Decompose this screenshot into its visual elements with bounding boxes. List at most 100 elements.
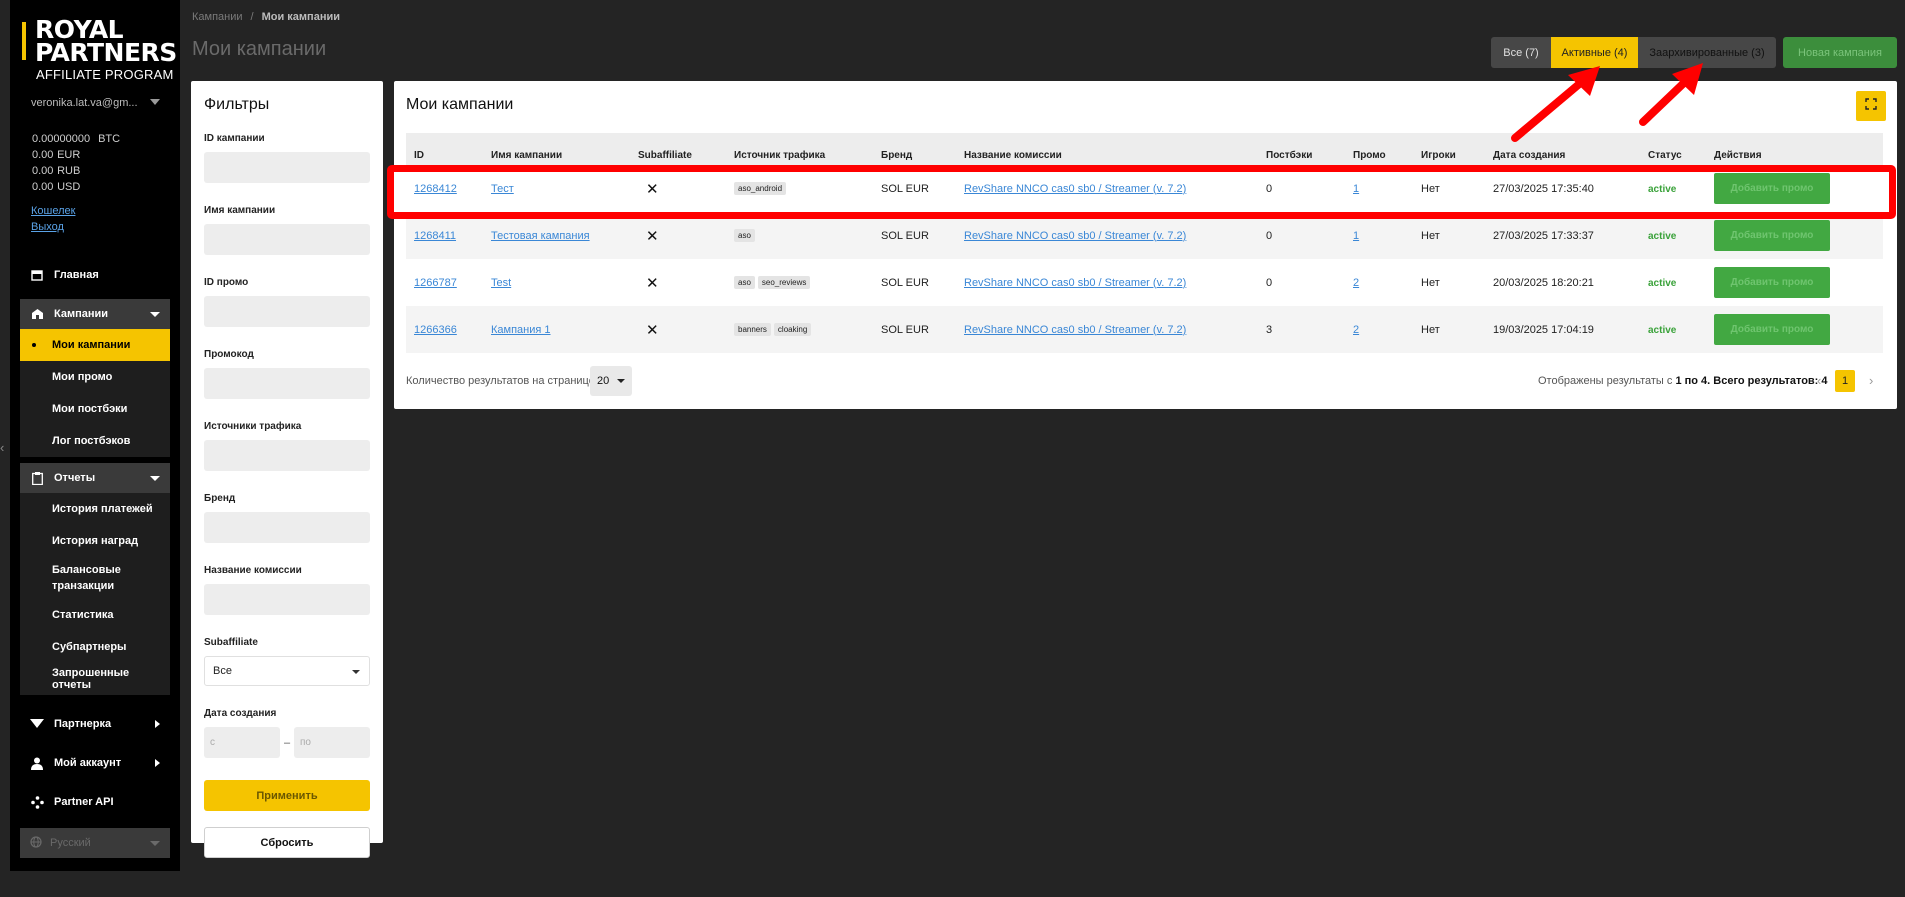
fullscreen-button[interactable] xyxy=(1856,91,1886,121)
campaign-id-link[interactable]: 1268411 xyxy=(414,230,456,242)
breadcrumb-item[interactable]: Кампании xyxy=(192,11,243,23)
campaign-id-input[interactable] xyxy=(204,152,370,183)
traffic-source-tag: cloaking xyxy=(773,323,812,336)
sidebar-item-requested-reports[interactable]: Запрошенные отчеты xyxy=(20,663,170,695)
results-range: 1 по 4. Всего результатов: 4 xyxy=(1675,375,1828,387)
campaign-id-link[interactable]: 1266366 xyxy=(414,324,457,336)
filters-title: Фильтры xyxy=(204,96,270,113)
apply-button[interactable]: Применить xyxy=(204,780,370,811)
brand-cell: SOL EUR xyxy=(881,276,929,289)
tab-all[interactable]: Все (7) xyxy=(1491,37,1551,68)
brand-input[interactable] xyxy=(204,512,370,543)
sidebar-item-my-promo[interactable]: Мои промо xyxy=(20,361,170,393)
wallet-link[interactable]: Кошелек xyxy=(31,205,75,217)
logout-link[interactable]: Выход xyxy=(31,221,64,233)
breadcrumb: Кампании / Мои кампании xyxy=(192,11,340,23)
date-range: с – по xyxy=(204,727,370,758)
promo-count-link[interactable]: 2 xyxy=(1353,324,1359,336)
col-actions: Действия xyxy=(1714,150,1762,161)
status-badge: active xyxy=(1648,230,1677,242)
add-promo-button[interactable]: Добавить промо xyxy=(1714,267,1830,298)
breadcrumb-current: Мои кампании xyxy=(261,11,340,23)
nav-item-partnerka[interactable]: Партнерка xyxy=(20,705,170,743)
col-name[interactable]: Имя кампании xyxy=(483,133,630,165)
campaign-name-link[interactable]: Кампания 1 xyxy=(491,324,551,336)
balance-row: 0.00 USD xyxy=(32,181,81,193)
per-page-label: Количество результатов на странице xyxy=(406,375,595,387)
brand-label: Бренд xyxy=(204,493,236,504)
traffic-sources-input[interactable] xyxy=(204,440,370,471)
promo-count-link[interactable]: 1 xyxy=(1353,230,1359,242)
logo-accent-bar xyxy=(22,22,26,60)
nav-group-reports: Отчеты История платежей История наград Б… xyxy=(20,463,170,695)
nav-item-home[interactable]: Главная xyxy=(20,260,170,290)
traffic-sources-label: Источники трафика xyxy=(204,421,302,432)
balance-row: 0.00 EUR xyxy=(32,149,81,161)
campaign-id-link[interactable]: 1266787 xyxy=(414,277,457,289)
nav-item-campaigns[interactable]: Кампании xyxy=(20,299,170,329)
sidebar-item-statistics[interactable]: Статистика xyxy=(20,599,170,631)
sidebar-item-my-campaigns[interactable]: Мои кампании xyxy=(20,329,170,361)
promo-id-input[interactable] xyxy=(204,296,370,327)
col-subaffiliate[interactable]: Subaffiliate xyxy=(630,133,726,165)
tab-archived[interactable]: Заархивированные (3) xyxy=(1638,37,1776,68)
campaigns-panel-title: Мои кампании xyxy=(406,96,514,113)
per-page-select[interactable]: 20 xyxy=(590,366,632,396)
col-id[interactable]: ID xyxy=(406,133,483,165)
page-number-button[interactable]: 1 xyxy=(1835,370,1855,392)
language-select[interactable]: Русский xyxy=(20,828,170,858)
brand-cell: SOL EUR xyxy=(881,323,929,336)
user-icon xyxy=(28,754,46,772)
tab-active[interactable]: Активные (4) xyxy=(1551,37,1638,68)
sidebar-item-balance-transactions[interactable]: Балансовые транзакции xyxy=(20,557,170,599)
date-created-label: Дата создания xyxy=(204,708,277,719)
reset-button[interactable]: Сбросить xyxy=(204,827,370,858)
commission-name-input[interactable] xyxy=(204,584,370,615)
close-x-icon: ✕ xyxy=(646,321,659,339)
chevron-down-icon[interactable] xyxy=(150,99,160,105)
col-promo[interactable]: Промо xyxy=(1345,133,1413,165)
add-promo-button[interactable]: Добавить промо xyxy=(1714,220,1830,251)
nav-item-account[interactable]: Мой аккаунт xyxy=(20,743,170,783)
user-email[interactable]: veronika.lat.va@gm... xyxy=(31,97,138,109)
promocode-input[interactable] xyxy=(204,368,370,399)
col-created[interactable]: Дата создания xyxy=(1485,133,1640,165)
sidebar-item-postback-log[interactable]: Лог постбэков xyxy=(20,425,170,457)
postbacks-cell: 3 xyxy=(1266,323,1273,336)
campaign-name-link[interactable]: Тестовая кампания xyxy=(491,230,590,242)
commission-link[interactable]: RevShare NNCO cas0 sb0 / Streamer (v. 7.… xyxy=(964,324,1186,336)
home-icon xyxy=(28,266,46,284)
traffic-source-tag: aso xyxy=(734,229,755,242)
col-commission[interactable]: Название комиссии xyxy=(956,133,1258,165)
sidebar-item-subpartners[interactable]: Субпартнеры xyxy=(20,631,170,663)
date-to-input[interactable]: по xyxy=(294,727,370,758)
campaigns-panel: Мои кампании ID Имя кампании Subaffiliat… xyxy=(394,81,1897,409)
sidebar-item-payment-history[interactable]: История платежей xyxy=(20,493,170,525)
subaffiliate-select[interactable]: Все xyxy=(204,656,370,686)
next-page-button[interactable]: › xyxy=(1869,373,1873,388)
sidebar-item-reward-history[interactable]: История наград xyxy=(20,525,170,557)
col-status[interactable]: Статус xyxy=(1640,133,1706,165)
nav-item-label: Отчеты xyxy=(54,472,96,484)
campaign-name-input[interactable] xyxy=(204,224,370,255)
sidebar-item-my-postbacks[interactable]: Мои постбэки xyxy=(20,393,170,425)
col-brand[interactable]: Бренд xyxy=(873,133,956,165)
nav-item-reports[interactable]: Отчеты xyxy=(20,463,170,493)
campaign-name-link[interactable]: Test xyxy=(491,277,511,289)
date-from-input[interactable]: с xyxy=(204,727,280,758)
close-x-icon: ✕ xyxy=(646,227,659,245)
sidebar-collapse-handle[interactable]: ‹ xyxy=(0,440,8,460)
col-postbacks[interactable]: Постбэки xyxy=(1258,133,1345,165)
prev-page-button[interactable]: ‹ xyxy=(1817,373,1821,388)
col-traffic-source[interactable]: Источник трафика xyxy=(726,133,873,165)
nav-item-partner-api[interactable]: Partner API xyxy=(20,783,170,821)
new-campaign-button[interactable]: Новая кампания xyxy=(1783,37,1897,68)
chevron-down-icon xyxy=(150,312,160,317)
promo-count-link[interactable]: 2 xyxy=(1353,277,1359,289)
filters-panel: Фильтры ID кампании Имя кампании ID пром… xyxy=(191,81,383,858)
balance-row: 0.00000000 BTC xyxy=(32,133,121,145)
add-promo-button[interactable]: Добавить промо xyxy=(1714,314,1830,345)
commission-link[interactable]: RevShare NNCO cas0 sb0 / Streamer (v. 7.… xyxy=(964,230,1186,242)
col-players[interactable]: Игроки xyxy=(1413,133,1485,165)
commission-link[interactable]: RevShare NNCO cas0 sb0 / Streamer (v. 7.… xyxy=(964,277,1186,289)
